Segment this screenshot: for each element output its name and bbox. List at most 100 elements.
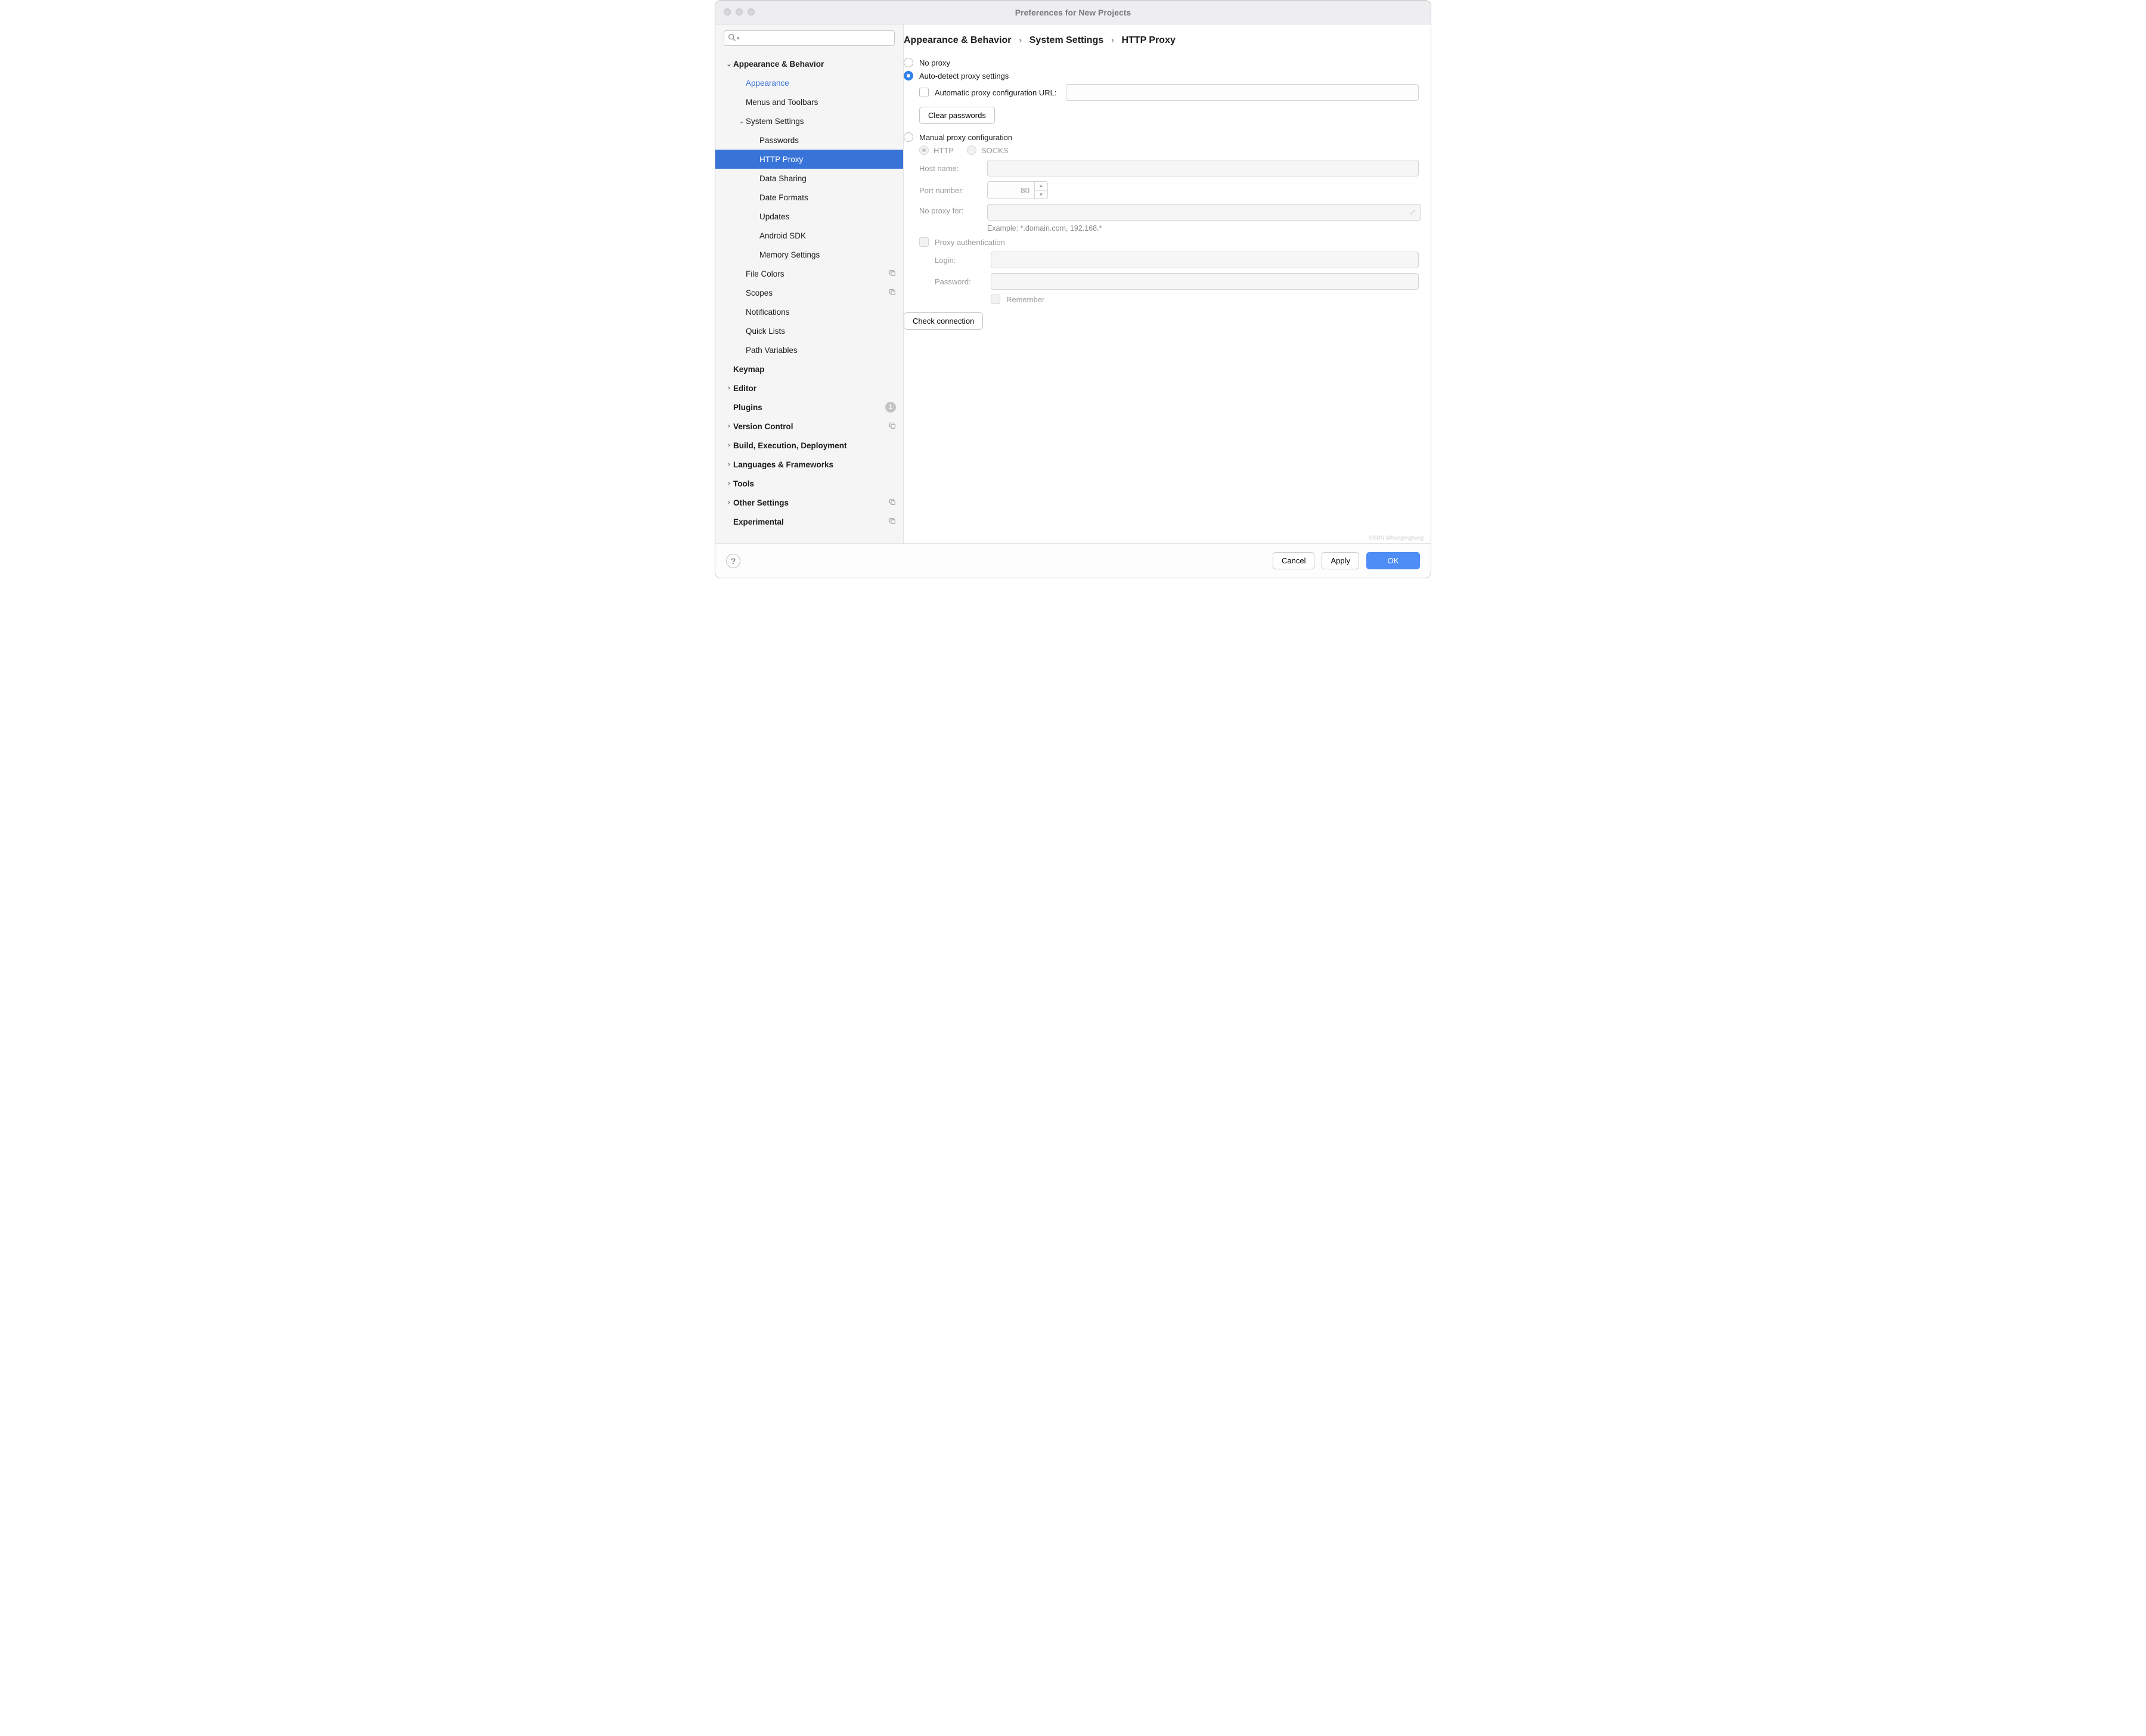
sidebar-item-system-settings[interactable]: ⌄System Settings [715, 111, 903, 131]
proxy-auth-checkbox: Proxy authentication [919, 237, 1419, 247]
ok-button[interactable]: OK [1366, 552, 1420, 569]
sidebar-item-appearance-behavior[interactable]: ⌄Appearance & Behavior [715, 54, 903, 73]
sidebar-item-build-execution-deployment[interactable]: ›Build, Execution, Deployment [715, 436, 903, 455]
sidebar-item-label: Tools [733, 479, 896, 488]
sidebar-item-memory-settings[interactable]: ›Memory Settings [715, 245, 903, 264]
search-history-dropdown-icon[interactable]: ▾ [737, 35, 740, 42]
auto-detect-label: Auto-detect proxy settings [919, 72, 1009, 80]
auto-config-url-label: Automatic proxy configuration URL: [935, 88, 1056, 97]
sidebar-item-label: Notifications [746, 308, 896, 317]
sidebar-item-passwords[interactable]: ›Passwords [715, 131, 903, 150]
close-button[interactable] [724, 8, 731, 16]
login-input [991, 252, 1419, 268]
chevron-right-icon: › [1111, 35, 1114, 45]
radio-icon [904, 132, 913, 142]
manual-proxy-label: Manual proxy configuration [919, 133, 1012, 142]
sidebar-item-scopes[interactable]: ›Scopes [715, 283, 903, 302]
http-radio: HTTP [919, 145, 954, 155]
breadcrumb-mid[interactable]: System Settings [1029, 35, 1103, 45]
password-label: Password: [935, 277, 982, 286]
sidebar: ▾ ⌄Appearance & Behavior›Appearance›Menu… [715, 24, 904, 543]
sidebar-item-menus-and-toolbars[interactable]: ›Menus and Toolbars [715, 92, 903, 111]
sidebar-item-notifications[interactable]: ›Notifications [715, 302, 903, 321]
checkbox-icon[interactable] [919, 88, 929, 97]
traffic-lights [724, 8, 755, 16]
sidebar-item-editor[interactable]: ›Editor [715, 379, 903, 398]
sidebar-item-label: System Settings [746, 117, 896, 126]
sidebar-item-label: Version Control [733, 422, 888, 431]
port-stepper: ▲ ▼ [1035, 181, 1048, 199]
sidebar-item-appearance[interactable]: ›Appearance [715, 73, 903, 92]
check-connection-button[interactable]: Check connection [904, 312, 983, 330]
host-name-label: Host name: [919, 164, 979, 173]
chevron-down-icon: ⌄ [737, 117, 746, 125]
sidebar-item-data-sharing[interactable]: ›Data Sharing [715, 169, 903, 188]
sidebar-item-label: Memory Settings [759, 250, 896, 259]
socks-label: SOCKS [981, 146, 1009, 155]
search-field[interactable] [742, 34, 891, 43]
sidebar-item-label: Updates [759, 212, 896, 221]
chevron-right-icon: › [725, 499, 733, 506]
sidebar-item-keymap[interactable]: ›Keymap [715, 359, 903, 379]
search-input[interactable]: ▾ [724, 30, 895, 46]
host-name-input [987, 160, 1419, 176]
breadcrumb-root[interactable]: Appearance & Behavior [904, 35, 1012, 45]
sidebar-item-experimental[interactable]: ›Experimental [715, 512, 903, 531]
settings-tree[interactable]: ⌄Appearance & Behavior›Appearance›Menus … [715, 52, 903, 543]
auto-detect-option[interactable]: Auto-detect proxy settings [904, 71, 1419, 80]
password-input [991, 273, 1419, 290]
cancel-button[interactable]: Cancel [1273, 552, 1314, 569]
sidebar-item-version-control[interactable]: ›Version Control [715, 417, 903, 436]
sidebar-item-http-proxy[interactable]: ›HTTP Proxy [715, 150, 903, 169]
watermark: CSDN @bunglinghung [1369, 535, 1424, 541]
breadcrumb-leaf: HTTP Proxy [1121, 35, 1175, 45]
sidebar-item-label: Languages & Frameworks [733, 460, 896, 469]
remember-checkbox: Remember [991, 294, 1419, 304]
copy-profile-icon [888, 498, 896, 507]
apply-button[interactable]: Apply [1322, 552, 1359, 569]
sidebar-item-label: Path Variables [746, 346, 896, 355]
zoom-button[interactable] [748, 8, 755, 16]
manual-proxy-option[interactable]: Manual proxy configuration [904, 132, 1419, 142]
radio-icon [904, 58, 913, 67]
sidebar-item-other-settings[interactable]: ›Other Settings [715, 493, 903, 512]
socks-radio: SOCKS [967, 145, 1009, 155]
no-proxy-for-input [987, 204, 1421, 221]
sidebar-item-updates[interactable]: ›Updates [715, 207, 903, 226]
auto-config-url-input[interactable] [1066, 84, 1419, 101]
proxy-auth-label: Proxy authentication [935, 238, 1005, 247]
sidebar-item-label: Passwords [759, 136, 896, 145]
chevron-right-icon: › [725, 442, 733, 449]
help-button[interactable]: ? [726, 554, 740, 568]
sidebar-item-plugins[interactable]: ›Plugins1 [715, 398, 903, 417]
clear-passwords-button[interactable]: Clear passwords [919, 107, 995, 124]
sidebar-item-label: Plugins [733, 403, 882, 412]
sidebar-item-label: HTTP Proxy [759, 155, 896, 164]
radio-disabled-icon [919, 145, 929, 155]
titlebar: Preferences for New Projects [715, 1, 1431, 24]
sidebar-item-android-sdk[interactable]: ›Android SDK [715, 226, 903, 245]
chevron-right-icon: › [725, 423, 733, 430]
sidebar-item-label: Other Settings [733, 498, 888, 507]
sidebar-item-date-formats[interactable]: ›Date Formats [715, 188, 903, 207]
http-label: HTTP [934, 146, 954, 155]
chevron-right-icon: › [725, 461, 733, 468]
chevron-down-icon: ⌄ [725, 60, 733, 68]
window-title: Preferences for New Projects [715, 8, 1431, 17]
sidebar-item-label: Experimental [733, 517, 888, 526]
sidebar-item-tools[interactable]: ›Tools [715, 474, 903, 493]
port-number-input [987, 181, 1035, 199]
port-number-label: Port number: [919, 186, 979, 195]
sidebar-item-file-colors[interactable]: ›File Colors [715, 264, 903, 283]
no-proxy-option[interactable]: No proxy [904, 58, 1419, 67]
sidebar-item-label: Menus and Toolbars [746, 98, 896, 107]
sidebar-item-label: Quick Lists [746, 327, 896, 336]
sidebar-item-languages-frameworks[interactable]: ›Languages & Frameworks [715, 455, 903, 474]
sidebar-item-label: File Colors [746, 269, 888, 278]
search-icon [728, 33, 736, 43]
copy-profile-icon [888, 421, 896, 431]
minimize-button[interactable] [736, 8, 743, 16]
auto-config-url-row[interactable]: Automatic proxy configuration URL: [919, 84, 1419, 101]
sidebar-item-path-variables[interactable]: ›Path Variables [715, 340, 903, 359]
sidebar-item-quick-lists[interactable]: ›Quick Lists [715, 321, 903, 340]
